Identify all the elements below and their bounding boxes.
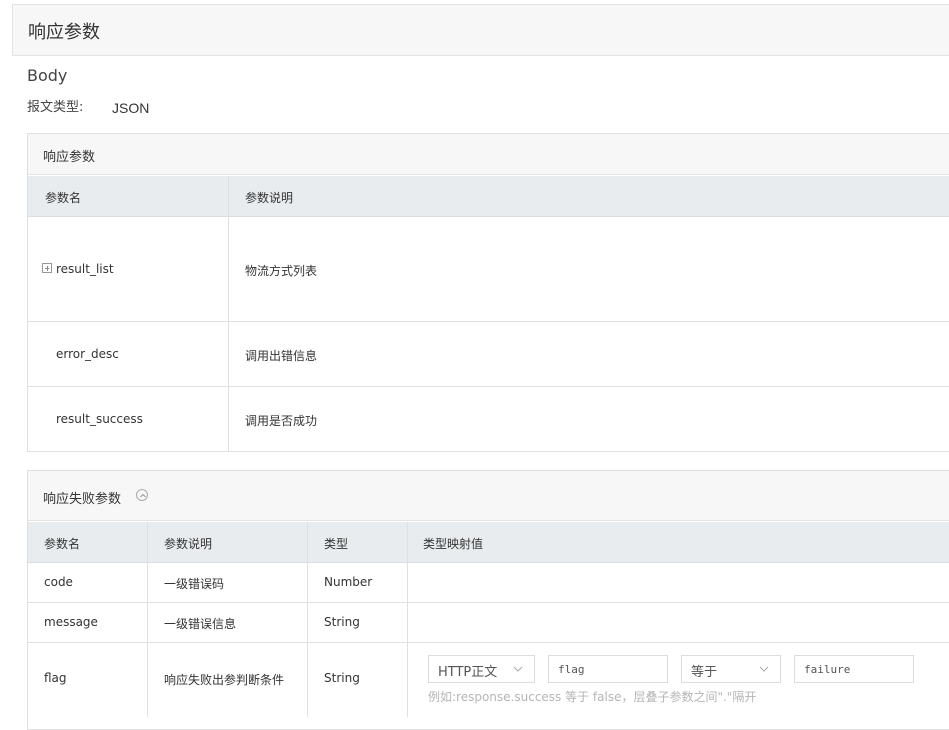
compare-value-input[interactable]: failure [794,655,914,683]
response-params-header [28,134,949,175]
param-input-value: flag [558,663,585,676]
param-desc: 响应失败出参判断条件 [164,673,285,687]
failure-params-title: 响应失败参数 [43,492,122,507]
condition-hint: 例如:response.success 等于 false，层叠子参数之间"."隔… [428,690,757,704]
column-divider [147,522,148,717]
param-type: String [324,615,360,629]
section-header-panel [12,4,949,56]
column-divider [407,522,408,717]
row-divider [28,642,949,643]
column-header-name: 参数名 [44,537,81,551]
source-select-value: HTTP正文 [438,665,498,680]
param-name: flag [44,671,67,685]
row-divider [28,602,949,603]
param-name: result_success [56,412,143,426]
compare-value: failure [804,663,851,676]
column-divider [307,522,308,717]
param-desc: 一级错误信息 [164,617,237,631]
failure-params-header [28,471,949,521]
param-name: result_list [56,262,114,276]
body-title: Body [27,66,68,85]
param-name: code [44,575,73,589]
chevron-up-circle-icon[interactable] [136,489,148,501]
column-divider [228,176,229,452]
param-name: error_desc [56,347,119,361]
param-desc: 调用出错信息 [245,349,318,363]
column-header-type: 类型 [324,537,349,551]
response-params-table-header [28,176,949,217]
chevron-down-icon [513,666,523,672]
content-type-label: 报文类型: [27,100,84,115]
column-header-name: 参数名 [45,191,82,205]
row-divider [28,386,949,387]
param-desc: 一级错误码 [164,577,225,591]
page-title: 响应参数 [28,22,100,43]
column-header-desc: 参数说明 [245,191,294,205]
plus-square-icon[interactable] [42,263,52,273]
row-divider [28,321,949,322]
content-type-value: JSON [112,100,150,116]
response-params-title: 响应参数 [43,150,96,165]
operator-select-value: 等于 [691,665,718,680]
param-type: String [324,671,360,685]
param-desc: 物流方式列表 [245,264,318,278]
param-type: Number [324,575,373,589]
chevron-down-icon [759,666,769,672]
source-select[interactable]: HTTP正文 [428,655,535,683]
param-desc: 调用是否成功 [245,414,318,428]
param-input[interactable]: flag [548,655,668,683]
column-header-mapping: 类型映射值 [423,537,484,551]
operator-select[interactable]: 等于 [681,655,781,683]
param-name: message [44,615,98,629]
column-header-desc: 参数说明 [164,537,213,551]
